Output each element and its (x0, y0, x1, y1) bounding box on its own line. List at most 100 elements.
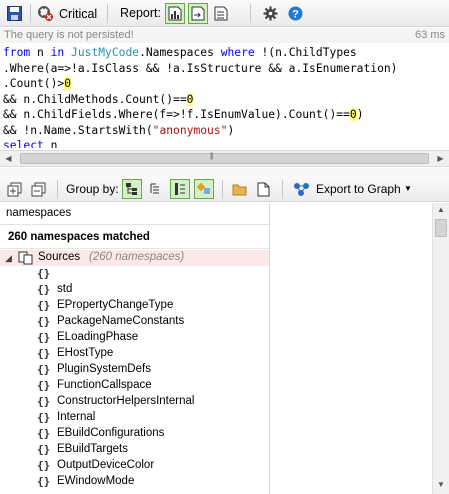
folder-icon (232, 184, 246, 195)
namespace-icon: {} (37, 363, 51, 376)
column-divider (269, 203, 270, 494)
list-item[interactable]: {} EPropertyChangeType (0, 298, 269, 314)
scroll-left-arrow-icon[interactable]: ◀ (0, 151, 17, 166)
namespace-name: EBuildConfigurations (57, 427, 165, 439)
namespace-name: PackageNameConstants (57, 315, 185, 327)
results-panel: namespaces 260 namespaces matched ◢ Sour… (0, 203, 449, 494)
query-line[interactable]: from n in JustMyCode.Namespaces where !(… (3, 45, 449, 61)
chevron-down-icon[interactable]: ▼ (404, 184, 412, 193)
scrollbar-thumb[interactable] (435, 219, 447, 237)
list-item[interactable]: {} std (0, 282, 269, 298)
flat-list-icon (175, 183, 185, 195)
code-element-icon (196, 182, 210, 194)
namespace-icon: {} (37, 283, 51, 296)
report-list-button[interactable] (211, 3, 231, 24)
report-export-button[interactable] (188, 3, 208, 24)
namespace-name: EPropertyChangeType (57, 299, 174, 311)
collapse-all-button[interactable] (29, 180, 47, 198)
scroll-down-arrow-icon[interactable]: ▼ (433, 480, 449, 492)
namespace-name: ELoadingPhase (57, 331, 139, 343)
help-button[interactable]: ? (287, 5, 304, 22)
namespace-name: EWindowMode (57, 475, 135, 487)
results-toolbar: Group by: Export to Graph ▼ (0, 176, 449, 202)
list-item[interactable]: {} PluginSystemDefs (0, 362, 269, 378)
open-file-button[interactable] (254, 180, 272, 198)
query-line[interactable]: && !n.Name.StartsWith("anonymous") (3, 123, 449, 139)
expand-all-button[interactable] (5, 180, 23, 198)
scroll-up-arrow-icon[interactable]: ▲ (433, 205, 449, 217)
namespace-name: EHostType (57, 347, 114, 359)
namespace-icon: {} (37, 267, 51, 280)
list-item[interactable]: {} ELoadingPhase (0, 330, 269, 346)
expanded-triangle-icon[interactable]: ◢ (5, 253, 12, 264)
export-to-graph-label: Export to Graph (316, 182, 401, 196)
toolbar-separator (57, 180, 58, 199)
editor-horizontal-scrollbar[interactable]: ◀ ||| ▶ (0, 150, 449, 167)
query-status-message: The query is not persisted! (4, 29, 134, 41)
expand-all-icon (7, 182, 21, 196)
svg-text:?: ? (292, 9, 299, 21)
query-line[interactable]: .Where(a=>!a.IsClass && !a.IsStructure &… (3, 61, 449, 77)
list-item[interactable]: {} EBuildTargets (0, 442, 269, 458)
list-item[interactable]: {} OutputDeviceColor (0, 458, 269, 474)
results-vertical-scrollbar[interactable]: ▲ ▼ (432, 203, 449, 494)
report-list-icon (214, 6, 228, 21)
group-by-label: Group by: (66, 182, 119, 196)
folder-icon (18, 251, 33, 265)
list-item[interactable]: {} PackageNameConstants (0, 314, 269, 330)
namespaces-column-header[interactable]: namespaces (0, 203, 269, 225)
namespace-icon: {} (37, 475, 51, 488)
namespace-name: OutputDeviceColor (57, 459, 155, 471)
critical-label: Critical (59, 6, 98, 21)
query-line[interactable]: && n.ChildFields.Where(f=>!f.IsEnumValue… (3, 107, 449, 123)
group-list-icon (150, 183, 159, 194)
tree-group-row[interactable]: ◢ Sources (260 namespaces) (0, 250, 269, 266)
namespace-icon: {} (37, 443, 51, 456)
help-icon: ? (288, 6, 303, 21)
list-item[interactable]: {} EWindowMode (0, 474, 269, 490)
gear-icon (263, 6, 278, 21)
query-toolbar: Critical Report: ? (0, 0, 449, 27)
settings-button[interactable] (262, 5, 279, 22)
list-item[interactable]: {} EBuildConfigurations (0, 426, 269, 442)
namespace-name: ConstructorHelpersInternal (57, 395, 195, 407)
group-name: Sources (38, 251, 81, 263)
group-tree-icon (126, 183, 137, 195)
list-item[interactable]: {} EHostType (0, 346, 269, 362)
open-folder-button[interactable] (230, 180, 248, 198)
group-by-assembly-button[interactable] (122, 179, 142, 199)
list-item[interactable]: {} ConstructorHelpersInternal (0, 394, 269, 410)
scroll-right-arrow-icon[interactable]: ▶ (432, 151, 449, 166)
results-summary-label: 260 namespaces matched (8, 231, 150, 243)
report-chart-button[interactable] (165, 3, 185, 24)
query-line[interactable]: select n (3, 138, 449, 148)
list-item[interactable]: {} (0, 266, 269, 282)
group-by-member-button[interactable] (194, 179, 214, 199)
scrollbar-thumb[interactable] (20, 153, 429, 164)
list-item[interactable]: {} FunctionCallspace (0, 378, 269, 394)
namespace-icon: {} (37, 395, 51, 408)
group-by-namespace-button[interactable] (146, 179, 166, 199)
namespace-name: FunctionCallspace (57, 379, 152, 391)
save-button[interactable] (6, 5, 23, 22)
list-item[interactable]: {} Internal (0, 410, 269, 426)
query-status-bar: The query is not persisted! 63 ms (0, 28, 449, 43)
results-summary: 260 namespaces matched (0, 227, 269, 249)
namespace-icon: {} (37, 347, 51, 360)
query-editor[interactable]: from n in JustMyCode.Namespaces where !(… (0, 44, 449, 148)
namespace-name: PluginSystemDefs (57, 363, 151, 375)
query-line[interactable]: && n.ChildMethods.Count()==0 (3, 92, 449, 108)
namespace-icon: {} (37, 379, 51, 392)
toolbar-separator (222, 180, 223, 199)
report-export-icon (191, 6, 205, 21)
toolbar-separator (282, 180, 283, 199)
group-by-type-button[interactable] (170, 179, 190, 199)
critical-button[interactable]: Critical (37, 4, 97, 23)
toolbar-separator (30, 4, 31, 23)
toolbar-separator (107, 4, 108, 23)
panel-splitter[interactable] (0, 168, 449, 176)
query-duration: 63 ms (415, 29, 445, 41)
query-line[interactable]: .Count()>0 (3, 76, 449, 92)
column-header-label: namespaces (6, 207, 72, 219)
namespace-list: {} {} std {} EPropertyChangeType {} PackageNam… (0, 266, 269, 490)
